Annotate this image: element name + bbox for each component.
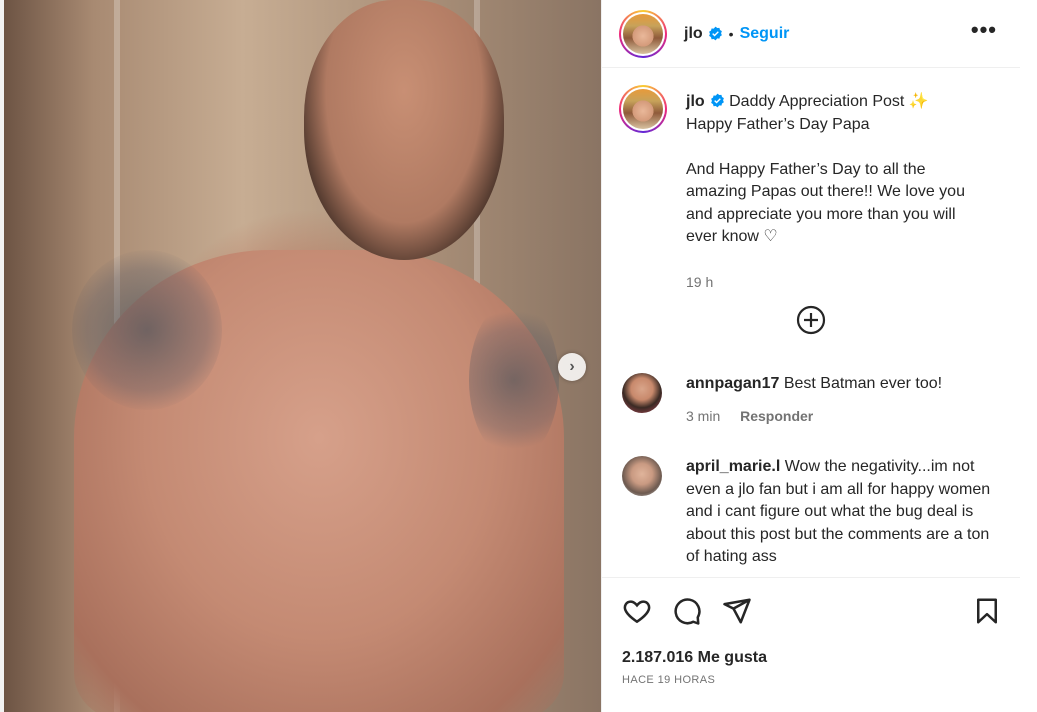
more-options-icon[interactable]: •••: [971, 19, 997, 41]
post-header: jlo • Seguir •••: [602, 0, 1021, 68]
author-username[interactable]: jlo: [684, 25, 703, 43]
comment-text: april_marie.l Wow the negativity...im no…: [686, 456, 1006, 569]
post-actions: 2.187.016 Me gusta HACE 19 HORAS: [602, 577, 1021, 712]
photo-figure-tattoo: [469, 300, 559, 460]
reply-button[interactable]: Responder: [740, 408, 813, 424]
next-image-button[interactable]: ›: [558, 353, 586, 381]
commenter-username[interactable]: annpagan17: [686, 375, 779, 392]
commenter-avatar[interactable]: [622, 373, 662, 413]
comment-icon[interactable]: [672, 596, 702, 626]
comment-body: Best Batman ever too!: [783, 375, 943, 392]
caption-line-3: And Happy Father’s Day to all the amazin…: [686, 160, 965, 246]
caption-line-1: Daddy Appreciation Post ✨: [729, 93, 929, 110]
like-count[interactable]: 2.187.016 Me gusta: [622, 649, 767, 667]
heart-icon[interactable]: [622, 596, 652, 626]
photo-figure-head: [304, 0, 504, 260]
post-timestamp: HACE 19 HORAS: [622, 674, 716, 686]
bookmark-icon[interactable]: [972, 596, 1002, 626]
separator-dot: •: [728, 25, 734, 42]
chevron-right-icon: ›: [569, 358, 575, 375]
follow-button[interactable]: Seguir: [740, 25, 790, 43]
caption-author-avatar[interactable]: [619, 85, 667, 133]
verified-badge-icon: [708, 26, 722, 41]
load-more-comments-icon[interactable]: [796, 305, 826, 335]
right-gutter: [1020, 0, 1037, 712]
share-icon[interactable]: [722, 596, 752, 626]
commenter-username[interactable]: april_marie.l: [686, 458, 780, 475]
caption-line-2: Happy Father’s Day Papa: [686, 115, 870, 133]
comment-time: 3 min: [686, 408, 721, 424]
verified-badge-icon: [710, 93, 724, 108]
caption-username[interactable]: jlo: [686, 93, 705, 110]
caption-text: jlo Daddy Appreciation Post ✨ Happy Fath…: [686, 91, 986, 249]
post-side-panel: jlo • Seguir ••• jlo Daddy Appreciation …: [601, 0, 1021, 712]
comment-text: annpagan17 Best Batman ever too!: [686, 373, 1006, 396]
caption-time: 19 h: [686, 274, 714, 290]
author-avatar[interactable]: [619, 9, 667, 58]
comments-list[interactable]: jlo Daddy Appreciation Post ✨ Happy Fath…: [602, 69, 1021, 577]
comment-meta: 3 min Responder: [686, 408, 813, 424]
photo-figure-tattoo: [72, 250, 222, 410]
post-photo[interactable]: [4, 0, 601, 712]
commenter-avatar[interactable]: [622, 456, 662, 496]
